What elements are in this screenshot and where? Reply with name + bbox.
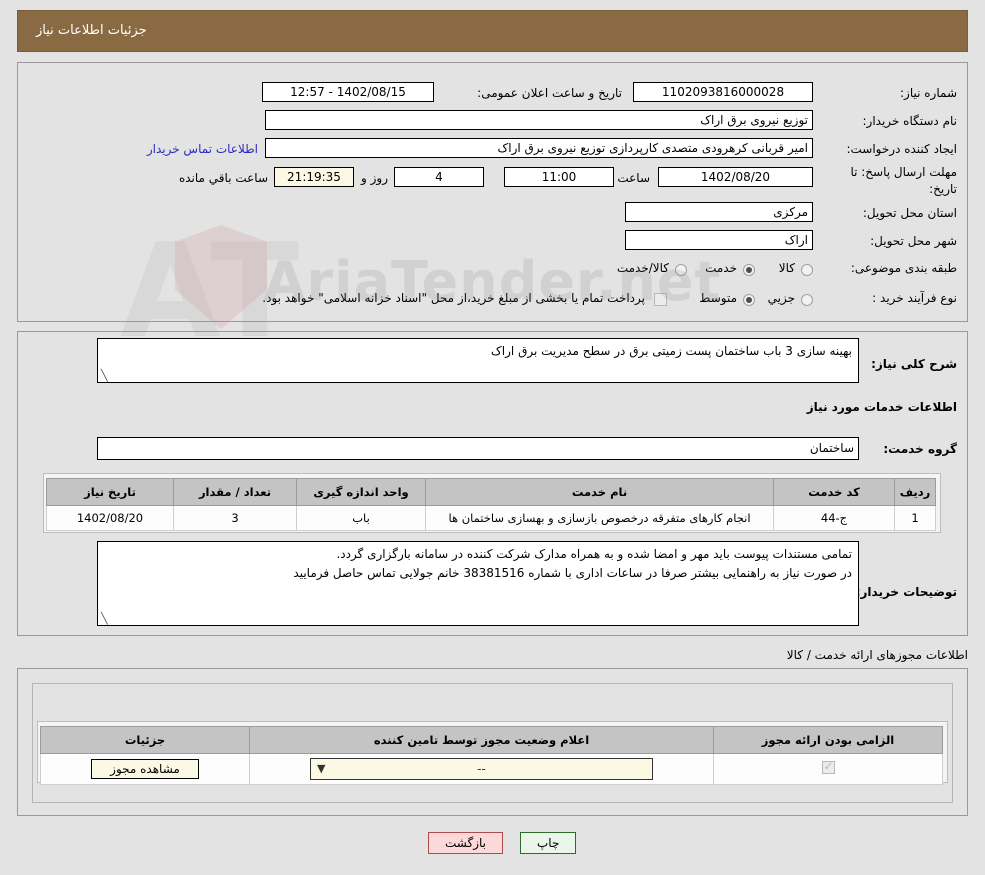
col-unit: واحد اندازه گیری <box>296 478 426 506</box>
classification-label-kala: کالا <box>778 261 795 275</box>
services-table-header-row: ردیف کد خدمت نام خدمت واحد اندازه گیری ت… <box>46 478 936 506</box>
table-row: ▼ -- مشاهده مجوز <box>40 753 943 785</box>
province-field[interactable]: مرکزی <box>625 202 813 222</box>
services-info-heading: اطلاعات خدمات مورد نیاز <box>806 400 957 414</box>
col-radif: ردیف <box>894 478 936 506</box>
remaining-time-field: 21:19:35 <box>274 167 354 187</box>
announce-datetime-label: تاریخ و ساعت اعلان عمومی: <box>477 86 622 100</box>
col-need-date: تاریخ نیاز <box>46 478 174 506</box>
col-service-name: نام خدمت <box>425 478 774 506</box>
deadline-date-field[interactable]: 1402/08/20 <box>658 167 813 187</box>
licenses-section-heading: اطلاعات مجوزهای ارائه خدمت / کالا <box>786 648 968 662</box>
service-group-field[interactable]: ساختمان <box>97 437 859 460</box>
print-button[interactable]: چاپ <box>520 832 577 854</box>
cell-license-status: ▼ -- <box>249 753 714 785</box>
days-word-label: روز و <box>361 171 388 185</box>
purchase-type-label: نوع فرآیند خرید : <box>872 291 957 305</box>
cell-quantity: 3 <box>173 505 297 531</box>
col-license-status: اعلام وضعیت مجوز توسط تامین کننده <box>249 726 714 754</box>
purchase-type-label-motavasset: متوسط <box>699 291 737 305</box>
licenses-panel: الزامی بودن ارائه مجوز اعلام وضعیت مجوز … <box>17 668 968 816</box>
back-button[interactable]: بازگشت <box>428 832 503 854</box>
purchase-type-radio-jozii[interactable] <box>801 294 813 306</box>
licenses-table-header-row: الزامی بودن ارائه مجوز اعلام وضعیت مجوز … <box>40 726 943 754</box>
classification-radio-kala[interactable] <box>801 264 813 276</box>
services-table: ردیف کد خدمت نام خدمت واحد اندازه گیری ت… <box>46 478 936 531</box>
province-label: استان محل تحویل: <box>862 206 957 220</box>
license-status-value: -- <box>477 762 486 776</box>
top-info-panel: شماره نیاز: 1102093816000028 تاریخ و ساع… <box>17 62 968 322</box>
classification-label: طبقه بندی موضوعی: <box>850 261 957 275</box>
table-row: 1 ج-44 انجام کارهای متفرقه درخصوص بازساز… <box>46 505 936 531</box>
need-details-page: AT AriaTender.net جزئیات اطلاعات نیاز شم… <box>0 0 985 875</box>
cell-service-name: انجام کارهای متفرقه درخصوص بازسازی و بهس… <box>425 505 774 531</box>
classification-radio-kala-khadamat[interactable] <box>675 264 687 276</box>
remaining-suffix-label: ساعت باقي مانده <box>178 171 268 185</box>
hour-label: ساعت <box>617 171 650 185</box>
license-status-select[interactable]: ▼ -- <box>310 758 653 780</box>
buyer-org-label: نام دستگاه خریدار: <box>862 114 958 128</box>
resize-grip-icon[interactable]: ╱ <box>101 612 111 625</box>
cell-service-code: ج-44 <box>773 505 895 531</box>
treasury-bond-checkbox[interactable] <box>654 293 667 306</box>
need-number-field[interactable]: 1102093816000028 <box>633 82 813 102</box>
page-header-bar: جزئیات اطلاعات نیاز <box>17 10 968 52</box>
purchase-type-label-jozii: جزیي <box>767 291 795 305</box>
view-license-button[interactable]: مشاهده مجوز <box>91 759 199 779</box>
buyer-notes-label: توضیحات خریدار: <box>855 585 957 599</box>
classification-radio-khadamat[interactable] <box>743 264 755 276</box>
buyer-notes-textarea[interactable]: تمامی مستندات پیوست باید مهر و امضا شده … <box>97 541 859 626</box>
col-license-required: الزامی بودن ارائه مجوز <box>713 726 943 754</box>
creator-field[interactable]: امیر قربانی کرهرودی متصدی کارپردازی توزی… <box>265 138 813 158</box>
col-quantity: تعداد / مقدار <box>173 478 297 506</box>
chevron-down-icon: ▼ <box>317 762 326 775</box>
announce-datetime-field[interactable]: 1402/08/15 - 12:57 <box>262 82 434 102</box>
license-required-checkbox <box>821 759 835 774</box>
classification-label-khadamat: خدمت <box>705 261 737 275</box>
service-group-label: گروه خدمت: <box>883 442 957 456</box>
cell-unit: باب <box>296 505 426 531</box>
col-service-code: کد خدمت <box>773 478 895 506</box>
licenses-table: الزامی بودن ارائه مجوز اعلام وضعیت مجوز … <box>40 726 943 785</box>
licenses-table-wrap: الزامی بودن ارائه مجوز اعلام وضعیت مجوز … <box>37 721 948 785</box>
buyer-org-field[interactable]: توزیع نیروی برق اراک <box>265 110 813 130</box>
cell-license-required <box>713 753 943 785</box>
deadline-label: مهلت ارسال پاسخ: تا تاریخ: <box>850 165 957 196</box>
cell-need-date: 1402/08/20 <box>46 505 174 531</box>
services-table-wrap: ردیف کد خدمت نام خدمت واحد اندازه گیری ت… <box>43 473 941 533</box>
resize-grip-icon[interactable]: ╱ <box>101 369 111 382</box>
creator-label: ایجاد کننده درخواست: <box>846 142 957 156</box>
cell-license-details: مشاهده مجوز <box>40 753 250 785</box>
treasury-bond-note: پرداخت تمام یا بخشی از مبلغ خرید،از محل … <box>262 291 645 305</box>
page-title: جزئیات اطلاعات نیاز <box>36 23 147 38</box>
cell-radif: 1 <box>894 505 936 531</box>
general-need-value: بهینه سازی 3 باب ساختمان پست زمیتی برق د… <box>491 344 852 358</box>
general-need-textarea[interactable]: بهینه سازی 3 باب ساختمان پست زمیتی برق د… <box>97 338 859 383</box>
general-need-label: شرح کلی نیاز: <box>871 357 957 371</box>
days-remaining-field[interactable]: 4 <box>394 167 484 187</box>
hour-field[interactable]: 11:00 <box>504 167 614 187</box>
need-number-label: شماره نیاز: <box>900 86 957 100</box>
city-field[interactable]: اراک <box>625 230 813 250</box>
col-license-details: جزئیات <box>40 726 250 754</box>
buyer-notes-line-2: در صورت نیاز به راهنمایی بیشتر صرفا در س… <box>293 566 852 580</box>
city-label: شهر محل تحویل: <box>870 234 957 248</box>
buyer-notes-line-1: تمامی مستندات پیوست باید مهر و امضا شده … <box>336 547 852 561</box>
purchase-type-radio-motavasset[interactable] <box>743 294 755 306</box>
buyer-contact-link[interactable]: اطلاعات تماس خریدار <box>147 142 258 156</box>
classification-label-kala-khadamat: کالا/خدمت <box>616 261 669 275</box>
needs-description-panel: شرح کلی نیاز: بهینه سازی 3 باب ساختمان پ… <box>17 331 968 636</box>
